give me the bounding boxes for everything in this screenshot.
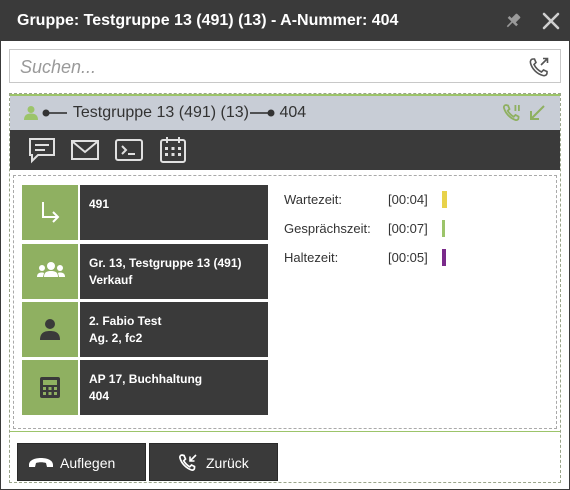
divider bbox=[10, 431, 560, 432]
call-window: Gruppe: Testgruppe 13 (491) (13) - A-Num… bbox=[0, 0, 570, 490]
desk-phone-icon bbox=[22, 360, 78, 415]
info-text: AP 17, Buchhaltung 404 bbox=[80, 360, 268, 415]
info-row-workplace: AP 17, Buchhaltung 404 bbox=[22, 360, 268, 415]
search-input[interactable] bbox=[18, 54, 522, 80]
hangup-button[interactable]: Auflegen bbox=[17, 443, 146, 481]
info-line1: Gr. 13, Testgruppe 13 (491) bbox=[89, 256, 242, 270]
wait-time-value: [00:04] bbox=[388, 192, 428, 207]
forward-arrow-icon bbox=[22, 185, 78, 240]
connection-icon bbox=[250, 109, 275, 117]
title-bar: Gruppe: Testgruppe 13 (491) (13) - A-Num… bbox=[1, 1, 569, 41]
info-line1: 2. Fabio Test bbox=[89, 314, 162, 328]
back-button[interactable]: Zurück bbox=[149, 443, 278, 481]
chat-icon[interactable] bbox=[27, 135, 57, 165]
talk-time-indicator bbox=[442, 220, 445, 237]
group-name: Testgruppe 13 (491) (13) bbox=[72, 104, 250, 121]
talk-time-value: [00:07] bbox=[388, 221, 428, 236]
search-box bbox=[9, 49, 561, 83]
info-row-forward: 491 bbox=[22, 185, 268, 240]
info-line1: 491 bbox=[89, 197, 110, 211]
hold-time-value: [00:05] bbox=[388, 250, 428, 265]
info-line1: AP 17, Buchhaltung bbox=[89, 372, 203, 386]
talk-time-label: Gesprächszeit: bbox=[284, 221, 371, 236]
info-text: 491 bbox=[80, 185, 268, 240]
close-icon[interactable] bbox=[540, 10, 562, 32]
info-line2: 404 bbox=[89, 389, 110, 403]
group-icon bbox=[22, 244, 78, 299]
calendar-icon[interactable] bbox=[158, 135, 188, 165]
info-line2: Verkauf bbox=[89, 273, 133, 287]
info-line2: Ag. 2, fc2 bbox=[89, 331, 143, 345]
group-label: Testgruppe 13 (491) (13) 404 bbox=[24, 104, 306, 122]
wait-time-label: Wartezeit: bbox=[284, 192, 343, 207]
back-label: Zurück bbox=[206, 455, 249, 471]
person-icon bbox=[22, 302, 78, 357]
connection-icon bbox=[42, 109, 68, 117]
wait-time-indicator bbox=[442, 191, 447, 208]
action-toolbar bbox=[10, 130, 560, 170]
hangup-icon bbox=[29, 458, 53, 467]
mail-icon[interactable] bbox=[70, 135, 100, 165]
hold-time-indicator bbox=[442, 249, 446, 266]
hold-time-label: Haltezeit: bbox=[284, 250, 339, 265]
group-number: 404 bbox=[279, 104, 307, 121]
group-header[interactable]: Testgruppe 13 (491) (13) 404 bbox=[10, 94, 560, 130]
terminal-icon[interactable] bbox=[114, 135, 144, 165]
info-row-group: Gr. 13, Testgruppe 13 (491) Verkauf bbox=[22, 244, 268, 299]
phone-hold-icon[interactable] bbox=[502, 103, 522, 123]
user-icon bbox=[24, 106, 38, 120]
window-title: Gruppe: Testgruppe 13 (491) (13) - A-Num… bbox=[17, 12, 399, 29]
info-text: Gr. 13, Testgruppe 13 (491) Verkauf bbox=[80, 244, 268, 299]
phone-transfer-icon[interactable] bbox=[528, 56, 550, 78]
hangup-label: Auflegen bbox=[60, 455, 116, 471]
info-row-agent: 2. Fabio Test Ag. 2, fc2 bbox=[22, 302, 268, 357]
pin-icon[interactable] bbox=[502, 10, 524, 32]
info-text: 2. Fabio Test Ag. 2, fc2 bbox=[80, 302, 268, 357]
phone-back-icon bbox=[179, 454, 197, 471]
arrow-down-left-icon[interactable] bbox=[528, 104, 546, 122]
